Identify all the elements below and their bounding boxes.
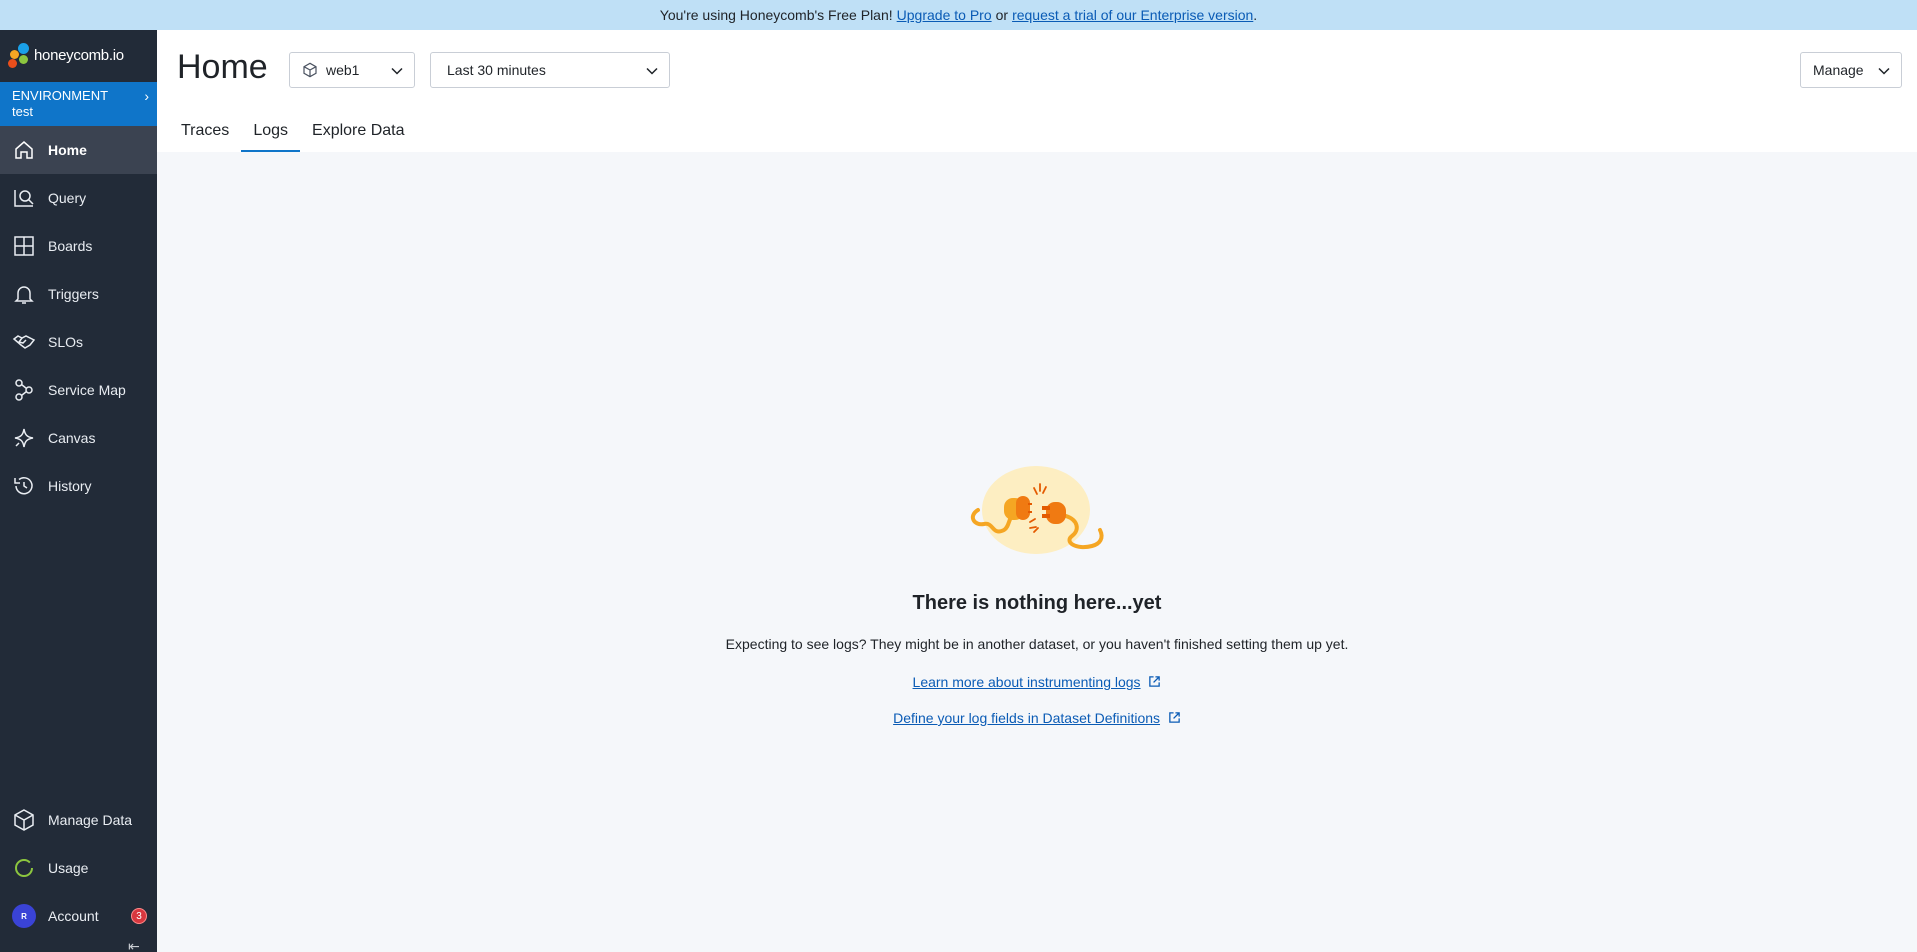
tab-traces[interactable]: Traces [181, 122, 241, 152]
environment-switcher[interactable]: ENVIRONMENT test › [0, 82, 157, 126]
sparkle-icon [14, 428, 34, 448]
learn-more-logs-row: Learn more about instrumenting logs [157, 674, 1917, 690]
sidebar-item-history[interactable]: History [0, 462, 157, 510]
sidebar-item-label: SLOs [48, 334, 84, 350]
sidebar-item-label: Canvas [48, 430, 96, 446]
external-link-icon [1169, 712, 1180, 723]
define-log-fields-row: Define your log fields in Dataset Defini… [157, 710, 1917, 726]
sidebar-item-label: Manage Data [48, 812, 133, 828]
banner-or-text: or [995, 7, 1009, 23]
dataset-selector[interactable]: web1 [289, 52, 415, 88]
banner-text: You're using Honeycomb's Free Plan! [659, 7, 893, 23]
sidebar-item-label: Boards [48, 238, 93, 254]
logo-text: honeycomb.io [34, 46, 124, 64]
tab-explore-data[interactable]: Explore Data [300, 122, 417, 152]
sidebar: honeycomb.io ENVIRONMENT test › Home Que… [0, 30, 157, 952]
sidebar-item-service-map[interactable]: Service Map [0, 366, 157, 414]
avatar: R [12, 904, 36, 928]
boards-icon [14, 236, 34, 256]
sidebar-item-label: History [48, 478, 92, 494]
sidebar-item-label: Triggers [48, 286, 99, 302]
banner-period: . [1253, 7, 1258, 23]
home-tabs: Traces Logs Explore Data [181, 122, 417, 152]
dataset-selected-value: web1 [326, 62, 360, 78]
home-icon [15, 141, 33, 159]
sidebar-item-usage[interactable]: Usage [0, 844, 157, 892]
upgrade-link[interactable]: Upgrade to Pro [897, 7, 992, 23]
service-map-icon [15, 379, 33, 401]
page-header: Home web1 Last 30 minutes Manage Traces … [157, 30, 1917, 152]
honeycomb-logo[interactable]: honeycomb.io [8, 38, 124, 72]
environment-name: test [12, 104, 33, 119]
bell-icon [14, 286, 34, 304]
enterprise-trial-link[interactable]: request a trial of our Enterprise versio… [1012, 7, 1253, 23]
cube-icon [14, 809, 34, 831]
chevron-down-icon [646, 67, 658, 75]
collapse-sidebar-icon[interactable]: ⇤ [128, 938, 140, 952]
honeycomb-logo-icon [8, 41, 30, 69]
sidebar-bottom-nav: Manage Data Usage R Account 3 [0, 796, 157, 940]
time-range-selected-value: Last 30 minutes [447, 62, 546, 78]
dataset-definitions-link[interactable]: Define your log fields in Dataset Defini… [893, 710, 1160, 726]
dataset-cube-icon [303, 62, 317, 78]
query-icon [14, 190, 34, 207]
sidebar-item-manage-data[interactable]: Manage Data [0, 796, 157, 844]
sidebar-item-triggers[interactable]: Triggers [0, 270, 157, 318]
logs-empty-state: There is nothing here...yet Expecting to… [157, 152, 1917, 952]
learn-more-logs-link[interactable]: Learn more about instrumenting logs [913, 674, 1141, 690]
history-icon [14, 477, 33, 495]
unplugged-cable-illustration [970, 466, 1104, 554]
tab-logs[interactable]: Logs [241, 122, 300, 152]
empty-state-description: Expecting to see logs? They might be in … [725, 636, 1349, 652]
sidebar-item-account[interactable]: R Account 3 [0, 892, 157, 940]
sidebar-item-label: Home [48, 142, 87, 158]
manage-button[interactable]: Manage [1800, 52, 1902, 88]
time-range-selector[interactable]: Last 30 minutes [430, 52, 670, 88]
sidebar-item-label: Usage [48, 860, 89, 876]
sidebar-item-label: Query [48, 190, 87, 206]
chevron-down-icon [391, 67, 403, 75]
chevron-right-icon: › [144, 88, 149, 104]
environment-label: ENVIRONMENT [12, 88, 109, 103]
page-title: Home [177, 48, 268, 86]
usage-ring-icon [15, 859, 33, 877]
plan-banner: You're using Honeycomb's Free Plan! Upgr… [0, 0, 1917, 30]
sidebar-nav: Home Query Boards Triggers SLOs Service … [0, 126, 157, 510]
sidebar-item-label: Service Map [48, 382, 126, 398]
manage-label: Manage [1813, 62, 1864, 78]
handshake-icon [12, 335, 36, 349]
sidebar-item-slos[interactable]: SLOs [0, 318, 157, 366]
sidebar-item-label: Account [48, 908, 99, 924]
sidebar-item-canvas[interactable]: Canvas [0, 414, 157, 462]
sidebar-item-boards[interactable]: Boards [0, 222, 157, 270]
notification-badge: 3 [131, 908, 147, 924]
chevron-down-icon [1878, 67, 1890, 75]
sidebar-item-query[interactable]: Query [0, 174, 157, 222]
empty-state-title: There is nothing here...yet [912, 592, 1162, 614]
sidebar-item-home[interactable]: Home [0, 126, 157, 174]
external-link-icon [1149, 676, 1161, 687]
